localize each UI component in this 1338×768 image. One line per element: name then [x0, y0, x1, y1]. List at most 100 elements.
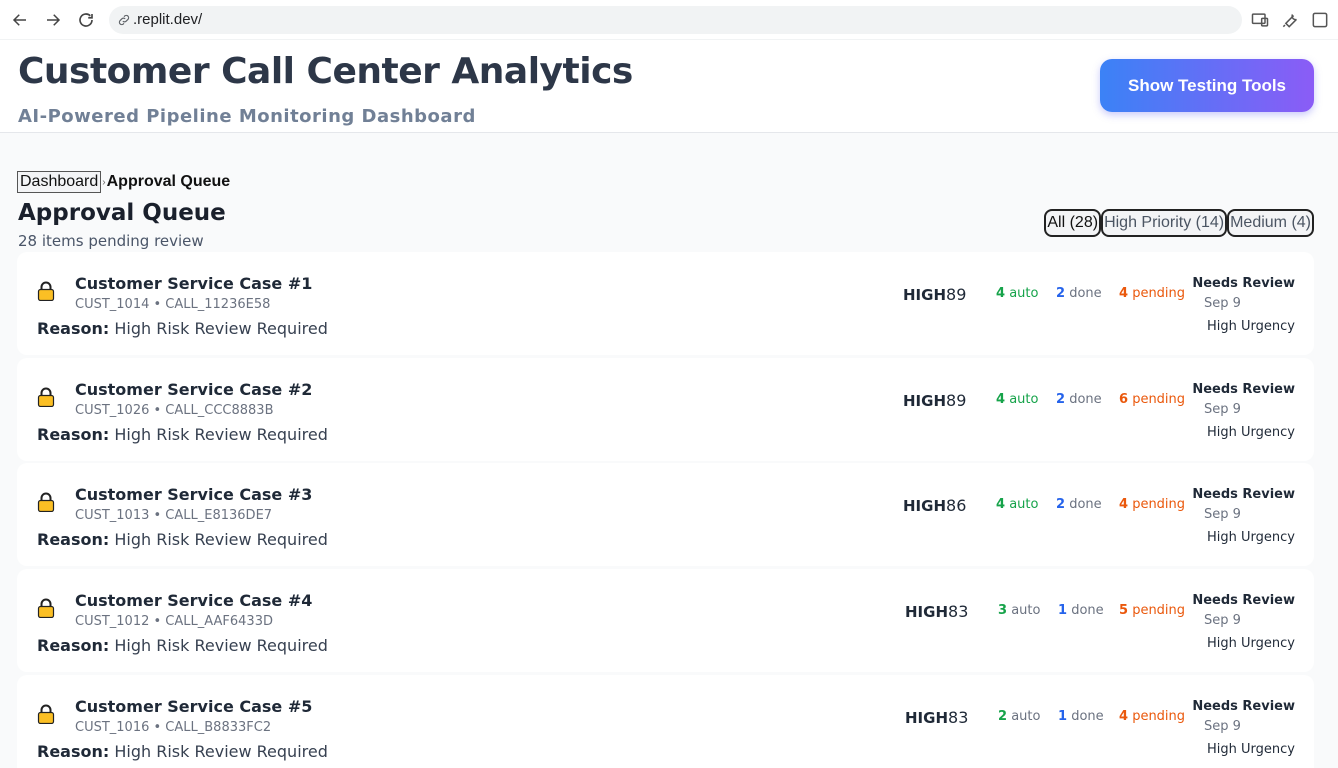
done-count: 2	[1056, 392, 1066, 407]
priority-score: HIGH89	[903, 285, 966, 304]
done-stat: 2 done	[1056, 497, 1102, 512]
priority-label: HIGH	[903, 286, 947, 304]
auto-stat: 4 auto	[996, 286, 1038, 301]
lock-icon	[37, 704, 55, 724]
reason-label: Reason:	[37, 319, 110, 338]
reason-label: Reason:	[37, 530, 110, 549]
urgency-label: High Urgency	[1207, 425, 1295, 440]
breadcrumb: Dashboard › Approval Queue	[17, 171, 230, 193]
case-card[interactable]: Customer Service Case #1 CUST_1014 • CAL…	[17, 252, 1314, 355]
reason-text: High Risk Review Required	[114, 319, 328, 338]
urgency-label: High Urgency	[1207, 319, 1295, 334]
lock-icon	[37, 281, 55, 301]
priority-label: HIGH	[903, 392, 947, 410]
auto-count: 4	[996, 286, 1006, 301]
case-reason: Reason: High Risk Review Required	[37, 742, 328, 761]
lock-icon	[37, 492, 55, 512]
reason-label: Reason:	[37, 742, 110, 761]
done-label: done	[1069, 392, 1102, 407]
reason-text: High Risk Review Required	[114, 425, 328, 444]
pending-stat: 4 pending	[1119, 709, 1185, 724]
cast-icon[interactable]	[1250, 10, 1270, 30]
done-count: 2	[1056, 286, 1066, 301]
pending-label: pending	[1132, 286, 1186, 301]
reason-label: Reason:	[37, 425, 110, 444]
auto-stat: 4 auto	[996, 497, 1038, 512]
case-reason: Reason: High Risk Review Required	[37, 319, 328, 338]
reload-icon[interactable]	[74, 8, 98, 32]
case-ids: CUST_1012 • CALL_AAF6433D	[75, 614, 273, 629]
auto-label: auto	[1009, 497, 1039, 512]
done-stat: 2 done	[1056, 286, 1102, 301]
status-badge: Needs Review	[1192, 276, 1295, 291]
case-card[interactable]: Customer Service Case #2 CUST_1026 • CAL…	[17, 358, 1314, 461]
done-count: 1	[1058, 709, 1068, 724]
pending-count: 5	[1119, 603, 1129, 618]
score-value: 86	[946, 496, 967, 515]
auto-count: 4	[996, 497, 1006, 512]
status-badge: Needs Review	[1192, 487, 1295, 502]
done-label: done	[1069, 286, 1102, 301]
case-title: Customer Service Case #4	[75, 591, 313, 610]
done-count: 2	[1056, 497, 1066, 512]
pending-count: 4	[1119, 709, 1129, 724]
queue-title: Approval Queue	[18, 200, 226, 226]
case-card[interactable]: Customer Service Case #4 CUST_1012 • CAL…	[17, 569, 1314, 672]
case-ids: CUST_1026 • CALL_CCC8883B	[75, 403, 274, 418]
filter-all-button[interactable]: All (28)	[1044, 209, 1102, 237]
address-bar[interactable]: .replit.dev/	[109, 5, 1242, 34]
case-date: Sep 9	[1204, 613, 1241, 628]
page-title: Customer Call Center Analytics	[18, 51, 633, 92]
case-reason: Reason: High Risk Review Required	[37, 425, 328, 444]
pending-stat: 4 pending	[1119, 497, 1185, 512]
page-subtitle: AI-Powered Pipeline Monitoring Dashboard	[18, 106, 476, 127]
case-title: Customer Service Case #2	[75, 380, 313, 399]
case-card[interactable]: Customer Service Case #5 CUST_1016 • CAL…	[17, 675, 1314, 768]
extension-icon[interactable]	[1310, 10, 1330, 30]
breadcrumb-dashboard-link[interactable]: Dashboard	[17, 171, 102, 193]
case-title: Customer Service Case #3	[75, 485, 313, 504]
browser-toolbar: .replit.dev/	[0, 0, 1338, 40]
reason-text: High Risk Review Required	[114, 530, 328, 549]
case-card[interactable]: Customer Service Case #3 CUST_1013 • CAL…	[17, 463, 1314, 566]
case-reason: Reason: High Risk Review Required	[37, 530, 328, 549]
reason-label: Reason:	[37, 636, 110, 655]
queue-count: 28 items pending review	[18, 232, 204, 250]
filter-high-priority-button[interactable]: High Priority (14)	[1101, 209, 1228, 237]
priority-score: HIGH86	[903, 496, 966, 515]
done-stat: 1 done	[1058, 709, 1104, 724]
breadcrumb-separator: ›	[102, 176, 106, 188]
lock-icon	[37, 387, 55, 407]
priority-score: HIGH83	[905, 602, 968, 621]
auto-count: 2	[998, 709, 1008, 724]
wrench-icon[interactable]	[1280, 10, 1300, 30]
pending-count: 4	[1119, 497, 1129, 512]
auto-label: auto	[1009, 392, 1039, 407]
show-testing-tools-button[interactable]: Show Testing Tools	[1100, 59, 1314, 112]
reason-text: High Risk Review Required	[114, 742, 328, 761]
score-value: 89	[946, 391, 967, 410]
filter-group: All (28) High Priority (14) Medium (4)	[1044, 209, 1314, 237]
priority-score: HIGH89	[903, 391, 966, 410]
done-stat: 2 done	[1056, 392, 1102, 407]
reason-text: High Risk Review Required	[114, 636, 328, 655]
priority-label: HIGH	[905, 603, 949, 621]
case-date: Sep 9	[1204, 719, 1241, 734]
back-icon[interactable]	[8, 8, 32, 32]
priority-label: HIGH	[905, 709, 949, 727]
forward-icon[interactable]	[41, 8, 65, 32]
auto-stat: 2 auto	[998, 709, 1040, 724]
auto-label: auto	[1009, 286, 1039, 301]
auto-stat: 4 auto	[996, 392, 1038, 407]
auto-stat: 3 auto	[998, 603, 1040, 618]
case-reason: Reason: High Risk Review Required	[37, 636, 328, 655]
auto-label: auto	[1011, 603, 1041, 618]
urgency-label: High Urgency	[1207, 742, 1295, 757]
pending-count: 4	[1119, 286, 1129, 301]
case-ids: CUST_1016 • CALL_B8833FC2	[75, 720, 272, 735]
status-badge: Needs Review	[1192, 382, 1295, 397]
urgency-label: High Urgency	[1207, 636, 1295, 651]
done-stat: 1 done	[1058, 603, 1104, 618]
pending-stat: 6 pending	[1119, 392, 1185, 407]
filter-medium-button[interactable]: Medium (4)	[1227, 209, 1314, 237]
